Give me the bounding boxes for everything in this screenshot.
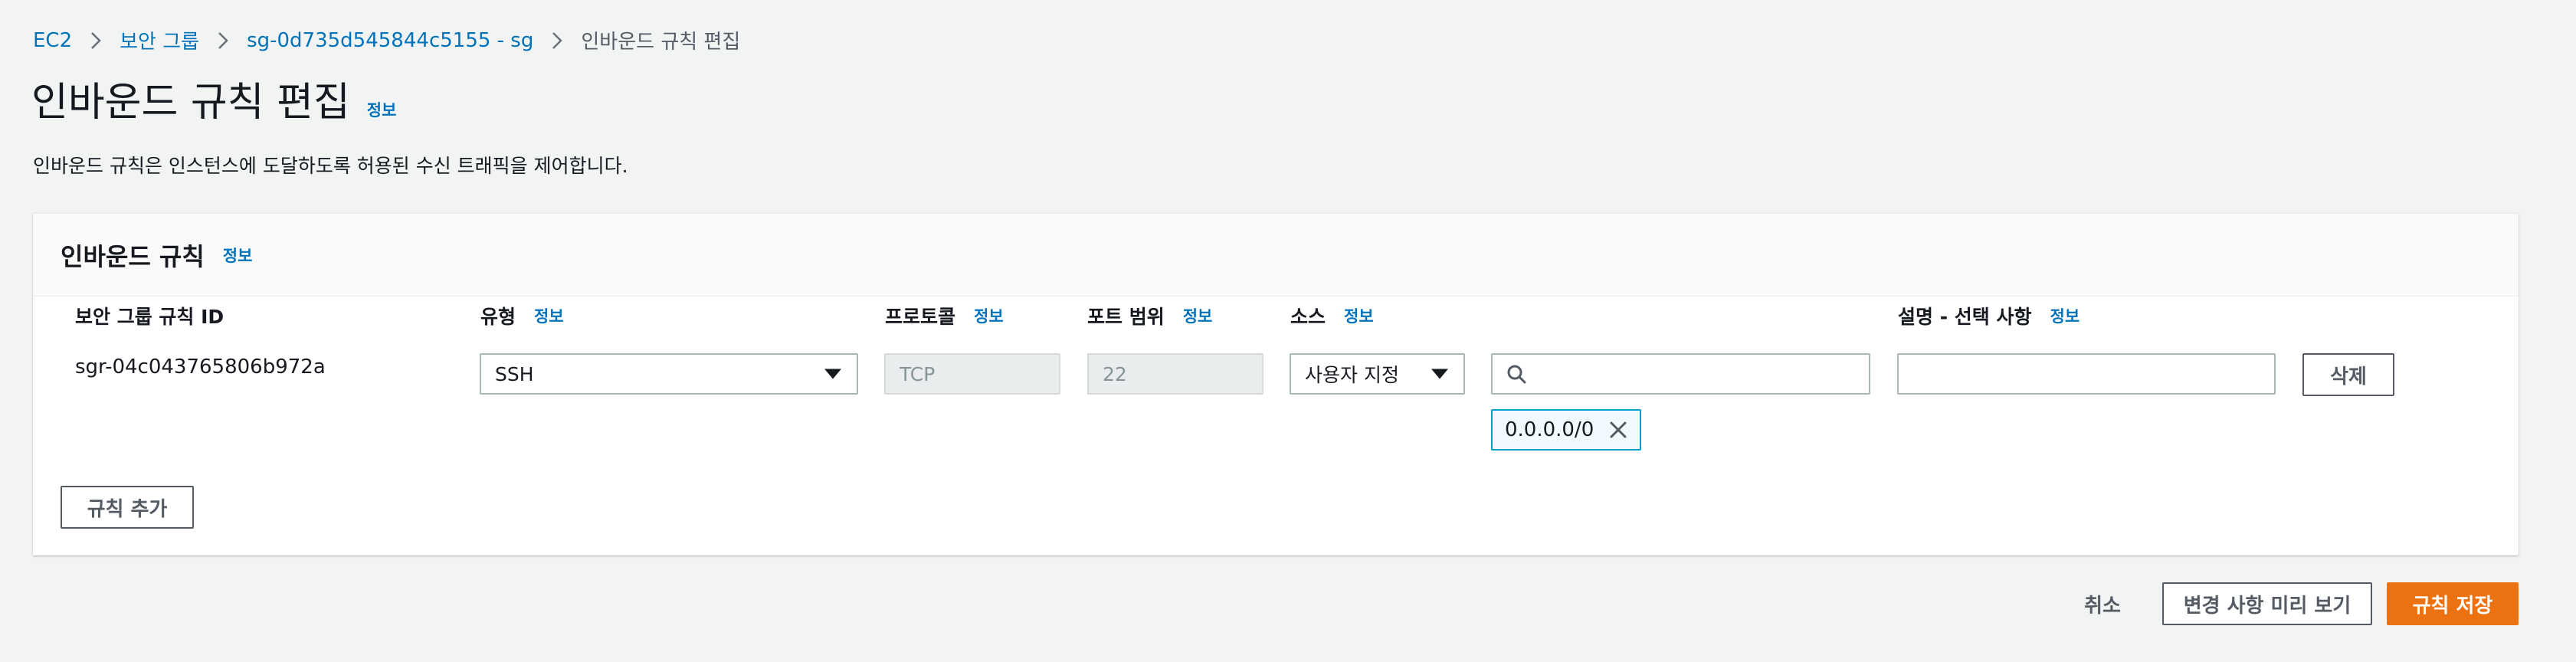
- column-header-port-range: 포트 범위 정보: [1087, 302, 1212, 329]
- breadcrumb-current: 인바운드 규칙 편집: [581, 31, 741, 54]
- column-label: 보안 그룹 규칙 ID: [75, 306, 224, 328]
- panel-title: 인바운드 규칙: [61, 241, 205, 271]
- source-token-label: 0.0.0.0/0: [1505, 418, 1594, 441]
- type-info-link[interactable]: 정보: [534, 304, 564, 327]
- chevron-right-icon: [90, 31, 101, 50]
- protocol-info-link[interactable]: 정보: [974, 304, 1004, 327]
- source-type-select[interactable]: 사용자 지정: [1290, 353, 1465, 395]
- description-info-link[interactable]: 정보: [2050, 304, 2080, 327]
- column-label: 설명 - 선택 사항: [1898, 306, 2032, 328]
- breadcrumb-ec2-link[interactable]: EC2: [33, 29, 72, 52]
- port-range-info-link[interactable]: 정보: [1183, 304, 1213, 327]
- source-type-value: 사용자 지정: [1305, 364, 1399, 386]
- panel-info-link[interactable]: 정보: [223, 244, 253, 267]
- type-select[interactable]: SSH: [480, 353, 858, 395]
- page-description: 인바운드 규칙은 인스턴스에 도달하도록 허용된 수신 트래픽을 제어합니다.: [33, 155, 628, 177]
- source-search-field[interactable]: [1491, 353, 1870, 395]
- panel-header: 인바운드 규칙 정보: [33, 214, 2519, 297]
- column-label: 유형: [480, 306, 516, 328]
- rule-id: sgr-04c043765806b972a: [75, 356, 326, 379]
- column-header-protocol: 프로토콜 정보: [885, 302, 1004, 329]
- source-search-input[interactable]: [1537, 362, 1855, 386]
- add-rule-button[interactable]: 규칙 추가: [61, 486, 194, 529]
- source-token: 0.0.0.0/0: [1491, 409, 1642, 451]
- breadcrumb-security-groups-link[interactable]: 보안 그룹: [120, 26, 199, 54]
- port-range-field: 22: [1087, 353, 1263, 395]
- column-header-description: 설명 - 선택 사항 정보: [1898, 302, 2079, 329]
- breadcrumb-security-group-link[interactable]: sg-0d735d545844c5155 - sg: [247, 29, 533, 52]
- caret-down-icon: [1431, 369, 1448, 379]
- column-header-type: 유형 정보: [480, 302, 564, 329]
- delete-rule-button[interactable]: 삭제: [2302, 353, 2394, 396]
- protocol-field: TCP: [884, 353, 1060, 395]
- caret-down-icon: [824, 369, 841, 379]
- cancel-button[interactable]: 취소: [2069, 582, 2136, 625]
- search-icon: [1506, 364, 1526, 384]
- column-label: 소스: [1290, 306, 1326, 328]
- page-title: 인바운드 규칙 편집: [31, 80, 350, 126]
- breadcrumb: EC2 보안 그룹 sg-0d735d545844c5155 - sg 인바운드…: [33, 26, 740, 54]
- column-header-rule-id: 보안 그룹 규칙 ID: [75, 302, 224, 329]
- preview-changes-button[interactable]: 변경 사항 미리 보기: [2162, 582, 2372, 625]
- description-field[interactable]: [1897, 353, 2276, 395]
- column-header-source: 소스 정보: [1290, 302, 1374, 329]
- column-label: 포트 범위: [1087, 306, 1165, 328]
- port-range-value: 22: [1103, 362, 1127, 385]
- type-select-value: SSH: [495, 362, 534, 385]
- page-header: 인바운드 규칙 편집 정보: [31, 83, 396, 123]
- source-info-link[interactable]: 정보: [1344, 304, 1374, 327]
- chevron-right-icon: [218, 31, 228, 50]
- description-input[interactable]: [1912, 362, 2260, 386]
- column-label: 프로토콜: [885, 306, 956, 328]
- chevron-right-icon: [552, 31, 563, 50]
- page-info-link[interactable]: 정보: [367, 98, 397, 121]
- close-icon[interactable]: [1609, 421, 1627, 439]
- protocol-value: TCP: [900, 362, 936, 385]
- save-rules-button[interactable]: 규칙 저장: [2387, 582, 2519, 625]
